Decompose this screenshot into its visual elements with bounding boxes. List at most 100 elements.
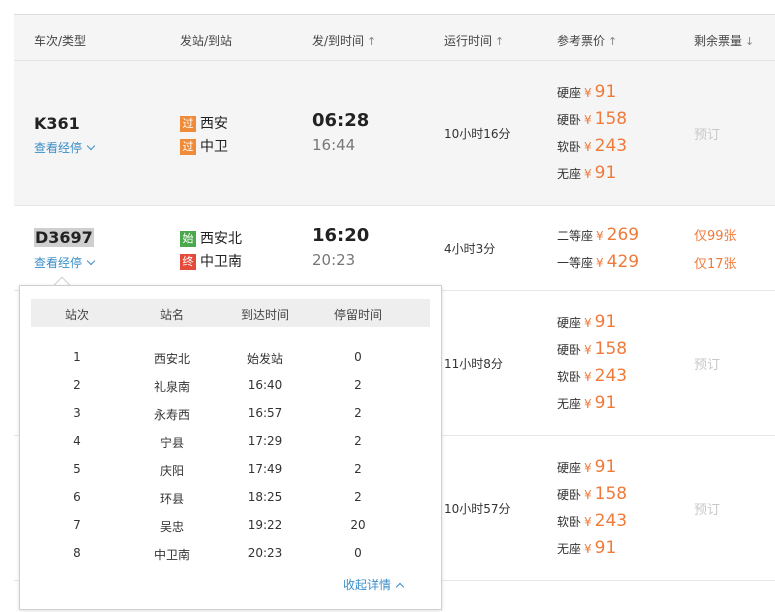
- stop-no: 4: [73, 434, 81, 448]
- seat-type: 硬卧: [557, 488, 582, 502]
- seat-type: 无座: [557, 167, 582, 181]
- stop-stay: 2: [354, 378, 362, 392]
- seat-type: 硬卧: [557, 113, 582, 127]
- stop-row: 4 宁县 17:29 2: [31, 432, 430, 452]
- price-value: 429: [606, 252, 640, 272]
- duration: 11小时8分: [444, 357, 503, 371]
- yen-icon: ¥: [584, 140, 592, 154]
- train-number[interactable]: K361: [34, 114, 80, 133]
- remaining-tickets[interactable]: 仅17张: [694, 253, 737, 272]
- book-button[interactable]: 预订: [694, 354, 720, 373]
- stops-popup-header: 站次 站名 到达时间 停留时间: [31, 299, 430, 327]
- duration: 4小时3分: [444, 242, 496, 256]
- stop-name: 礼泉南: [153, 380, 191, 394]
- to-station[interactable]: 过中卫: [180, 136, 228, 156]
- view-stops-link[interactable]: 查看经停: [34, 139, 96, 156]
- stop-row: 6 环县 18:25 2: [31, 488, 430, 508]
- pass-badge: 过: [180, 139, 196, 155]
- duration: 10小时57分: [444, 502, 511, 516]
- seat-type: 硬卧: [557, 343, 582, 357]
- stop-arrive: 17:49: [247, 462, 283, 476]
- from-station[interactable]: 过西安: [180, 113, 228, 133]
- from-station[interactable]: 始西安北: [180, 228, 242, 248]
- seat-type: 硬座: [557, 86, 582, 100]
- col-arrive-time: 到达时间: [240, 308, 290, 322]
- end-badge: 终: [180, 254, 196, 270]
- price-value: 91: [594, 82, 617, 102]
- stop-stay: 0: [354, 546, 362, 560]
- book-button[interactable]: 预订: [694, 124, 720, 143]
- seat-type: 硬座: [557, 316, 582, 330]
- table-header: 车次/类型 发站/到站 发/到时间 ↑ 运行时间 ↑ 参考票价 ↑ 剩余票量 ↓: [14, 14, 775, 61]
- stop-no: 6: [73, 490, 81, 504]
- price-item: 硬卧 ¥158: [557, 108, 627, 130]
- duration: 10小时16分: [444, 127, 511, 141]
- to-station-name: 中卫: [200, 139, 228, 155]
- stop-row: 1 西安北 始发站 0: [31, 348, 430, 368]
- price-value: 91: [594, 393, 617, 413]
- start-badge: 始: [180, 231, 196, 247]
- yen-icon: ¥: [584, 316, 592, 330]
- depart-time: 06:28: [312, 110, 370, 131]
- price-item: 无座 ¥91: [557, 392, 616, 414]
- seat-type: 软卧: [557, 515, 582, 529]
- view-stops-label: 查看经停: [34, 141, 83, 155]
- train-number[interactable]: D3697: [34, 228, 94, 247]
- yen-icon: ¥: [596, 229, 604, 243]
- price-item: 软卧 ¥243: [557, 510, 627, 532]
- book-button[interactable]: 预订: [694, 499, 720, 518]
- yen-icon: ¥: [596, 256, 604, 270]
- seat-type: 无座: [557, 397, 582, 411]
- to-station[interactable]: 终中卫南: [180, 251, 242, 271]
- price-item: 无座 ¥91: [557, 537, 616, 559]
- price-item: 软卧 ¥243: [557, 365, 627, 387]
- sort-up-icon: ↑: [367, 35, 377, 48]
- price-value: 91: [594, 538, 617, 558]
- price-item: 硬座 ¥91: [557, 311, 616, 333]
- chevron-down-icon: [86, 256, 96, 266]
- seat-type: 一等座: [557, 256, 594, 270]
- col-stay-time: 停留时间: [333, 308, 383, 322]
- col-times-sort[interactable]: 发/到时间 ↑: [312, 32, 376, 49]
- chevron-up-icon: [395, 582, 405, 592]
- stop-name: 环县: [159, 492, 185, 506]
- price-value: 91: [594, 457, 617, 477]
- sort-up-icon: ↑: [608, 35, 618, 48]
- stop-no: 7: [73, 518, 81, 532]
- yen-icon: ¥: [584, 515, 592, 529]
- stop-stay: 0: [354, 350, 362, 364]
- stop-no: 8: [73, 546, 81, 560]
- stop-stay: 2: [354, 490, 362, 504]
- price-item: 二等座 ¥269: [557, 224, 639, 246]
- col-times-label: 发/到时间: [312, 34, 365, 48]
- train-results-table: 车次/类型 发站/到站 发/到时间 ↑ 运行时间 ↑ 参考票价 ↑ 剩余票量 ↓ K36…: [14, 14, 775, 581]
- remaining-tickets[interactable]: 仅99张: [694, 225, 737, 244]
- stop-name: 吴忠: [159, 520, 185, 534]
- collapse-label: 收起详情: [343, 578, 392, 592]
- col-duration-sort[interactable]: 运行时间 ↑: [444, 32, 504, 49]
- collapse-details-link[interactable]: 收起详情: [343, 576, 405, 593]
- col-stop-no: 站次: [64, 308, 90, 322]
- table-row: D3697 查看经停 始西安北 终中卫南 16:20 20:23 4小时3分 二…: [14, 206, 775, 291]
- col-stop-name: 站名: [159, 308, 185, 322]
- sort-down-icon: ↓: [745, 35, 755, 48]
- table-row: K361 查看经停 过西安 过中卫 06:28 16:44 10小时16分 硬座…: [14, 61, 775, 206]
- yen-icon: ¥: [584, 488, 592, 502]
- stop-name: 宁县: [159, 436, 185, 450]
- yen-icon: ¥: [584, 461, 592, 475]
- stop-arrive: 18:25: [247, 490, 283, 504]
- price-item: 硬座 ¥91: [557, 81, 616, 103]
- view-stops-link[interactable]: 查看经停: [34, 254, 96, 271]
- yen-icon: ¥: [584, 343, 592, 357]
- from-station-name: 西安: [200, 116, 228, 132]
- seat-type: 二等座: [557, 229, 594, 243]
- price-item: 无座 ¥91: [557, 162, 616, 184]
- stop-no: 5: [73, 462, 81, 476]
- stop-no: 1: [73, 350, 81, 364]
- stop-row: 5 庆阳 17:49 2: [31, 460, 430, 480]
- col-price-label: 参考票价: [557, 34, 606, 48]
- col-price-sort[interactable]: 参考票价 ↑: [557, 32, 617, 49]
- col-remain-sort[interactable]: 剩余票量 ↓: [694, 32, 754, 49]
- stop-row: 7 吴忠 19:22 20: [31, 516, 430, 536]
- stop-stay: 2: [354, 462, 362, 476]
